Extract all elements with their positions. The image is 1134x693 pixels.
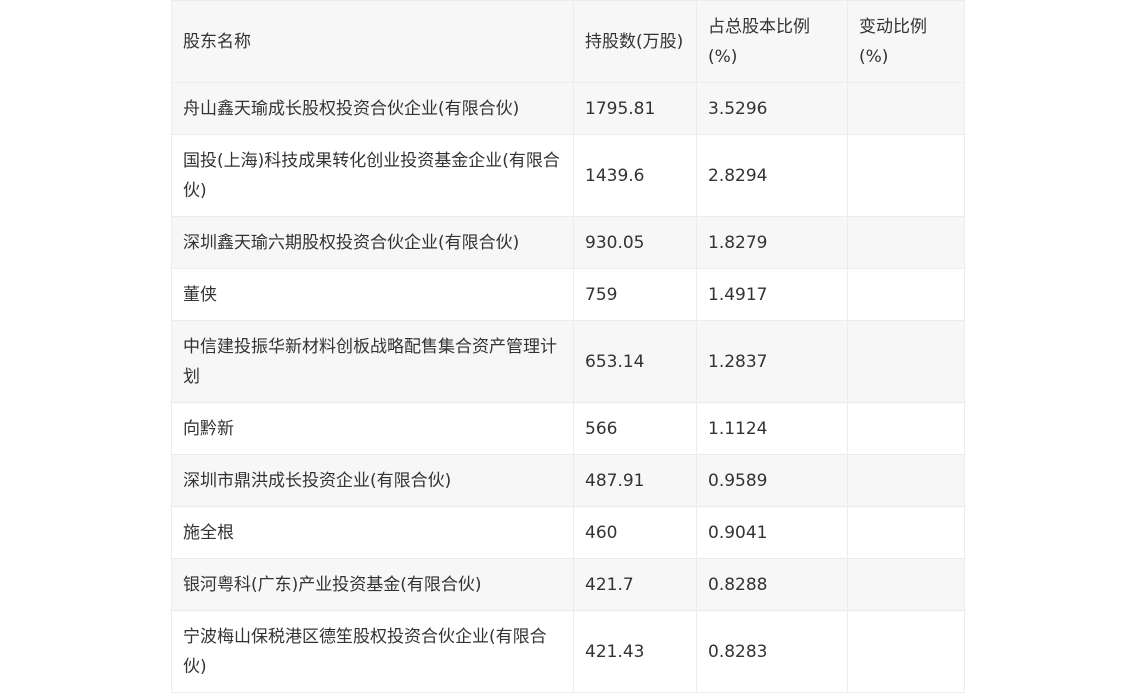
cell-change-ratio xyxy=(847,610,965,693)
cell-shareholder-name: 国投(上海)科技成果转化创业投资基金企业(有限合伙) xyxy=(171,134,574,217)
cell-share-ratio: 3.5296 xyxy=(696,82,848,135)
cell-change-ratio xyxy=(847,402,965,455)
cell-shares: 1439.6 xyxy=(573,134,697,217)
cell-change-ratio xyxy=(847,320,965,403)
cell-change-ratio xyxy=(847,134,965,217)
cell-share-ratio: 1.4917 xyxy=(696,268,848,321)
header-change-ratio: 变动比例(%) xyxy=(847,0,965,83)
cell-share-ratio: 1.2837 xyxy=(696,320,848,403)
table-row: 国投(上海)科技成果转化创业投资基金企业(有限合伙) 1439.6 2.8294 xyxy=(171,134,965,217)
cell-shares: 1795.81 xyxy=(573,82,697,135)
table-row: 施全根 460 0.9041 xyxy=(171,506,965,559)
cell-shareholder-name: 中信建投振华新材料创板战略配售集合资产管理计划 xyxy=(171,320,574,403)
cell-shares: 460 xyxy=(573,506,697,559)
cell-share-ratio: 0.8283 xyxy=(696,610,848,693)
cell-shares: 487.91 xyxy=(573,454,697,507)
cell-shares: 759 xyxy=(573,268,697,321)
shareholder-table-container: 股东名称 持股数(万股) 占总股本比例(%) 变动比例(%) 舟山鑫天瑜成长股权… xyxy=(171,0,965,693)
table-row: 宁波梅山保税港区德笙股权投资合伙企业(有限合伙) 421.43 0.8283 xyxy=(171,610,965,693)
cell-shares: 421.7 xyxy=(573,558,697,611)
cell-change-ratio xyxy=(847,454,965,507)
table-header-row: 股东名称 持股数(万股) 占总股本比例(%) 变动比例(%) xyxy=(171,0,965,83)
cell-shares: 421.43 xyxy=(573,610,697,693)
cell-shareholder-name: 向黔新 xyxy=(171,402,574,455)
shareholder-table: 股东名称 持股数(万股) 占总股本比例(%) 变动比例(%) 舟山鑫天瑜成长股权… xyxy=(171,0,965,693)
cell-change-ratio xyxy=(847,82,965,135)
cell-share-ratio: 1.1124 xyxy=(696,402,848,455)
table-row: 深圳鑫天瑜六期股权投资合伙企业(有限合伙) 930.05 1.8279 xyxy=(171,216,965,269)
table-row: 中信建投振华新材料创板战略配售集合资产管理计划 653.14 1.2837 xyxy=(171,320,965,403)
table-row: 舟山鑫天瑜成长股权投资合伙企业(有限合伙) 1795.81 3.5296 xyxy=(171,82,965,135)
cell-shares: 653.14 xyxy=(573,320,697,403)
table-row: 银河粤科(广东)产业投资基金(有限合伙) 421.7 0.8288 xyxy=(171,558,965,611)
cell-shares: 930.05 xyxy=(573,216,697,269)
cell-share-ratio: 0.8288 xyxy=(696,558,848,611)
cell-shareholder-name: 董侠 xyxy=(171,268,574,321)
cell-shares: 566 xyxy=(573,402,697,455)
table-row: 深圳市鼎洪成长投资企业(有限合伙) 487.91 0.9589 xyxy=(171,454,965,507)
cell-shareholder-name: 深圳市鼎洪成长投资企业(有限合伙) xyxy=(171,454,574,507)
cell-shareholder-name: 银河粤科(广东)产业投资基金(有限合伙) xyxy=(171,558,574,611)
cell-share-ratio: 0.9041 xyxy=(696,506,848,559)
table-row: 董侠 759 1.4917 xyxy=(171,268,965,321)
cell-shareholder-name: 施全根 xyxy=(171,506,574,559)
cell-change-ratio xyxy=(847,268,965,321)
cell-change-ratio xyxy=(847,216,965,269)
header-shareholder-name: 股东名称 xyxy=(171,0,574,83)
cell-share-ratio: 1.8279 xyxy=(696,216,848,269)
cell-shareholder-name: 深圳鑫天瑜六期股权投资合伙企业(有限合伙) xyxy=(171,216,574,269)
header-share-ratio: 占总股本比例(%) xyxy=(696,0,848,83)
cell-change-ratio xyxy=(847,558,965,611)
cell-share-ratio: 2.8294 xyxy=(696,134,848,217)
cell-shareholder-name: 宁波梅山保税港区德笙股权投资合伙企业(有限合伙) xyxy=(171,610,574,693)
table-row: 向黔新 566 1.1124 xyxy=(171,402,965,455)
header-shares: 持股数(万股) xyxy=(573,0,697,83)
cell-change-ratio xyxy=(847,506,965,559)
cell-share-ratio: 0.9589 xyxy=(696,454,848,507)
cell-shareholder-name: 舟山鑫天瑜成长股权投资合伙企业(有限合伙) xyxy=(171,82,574,135)
